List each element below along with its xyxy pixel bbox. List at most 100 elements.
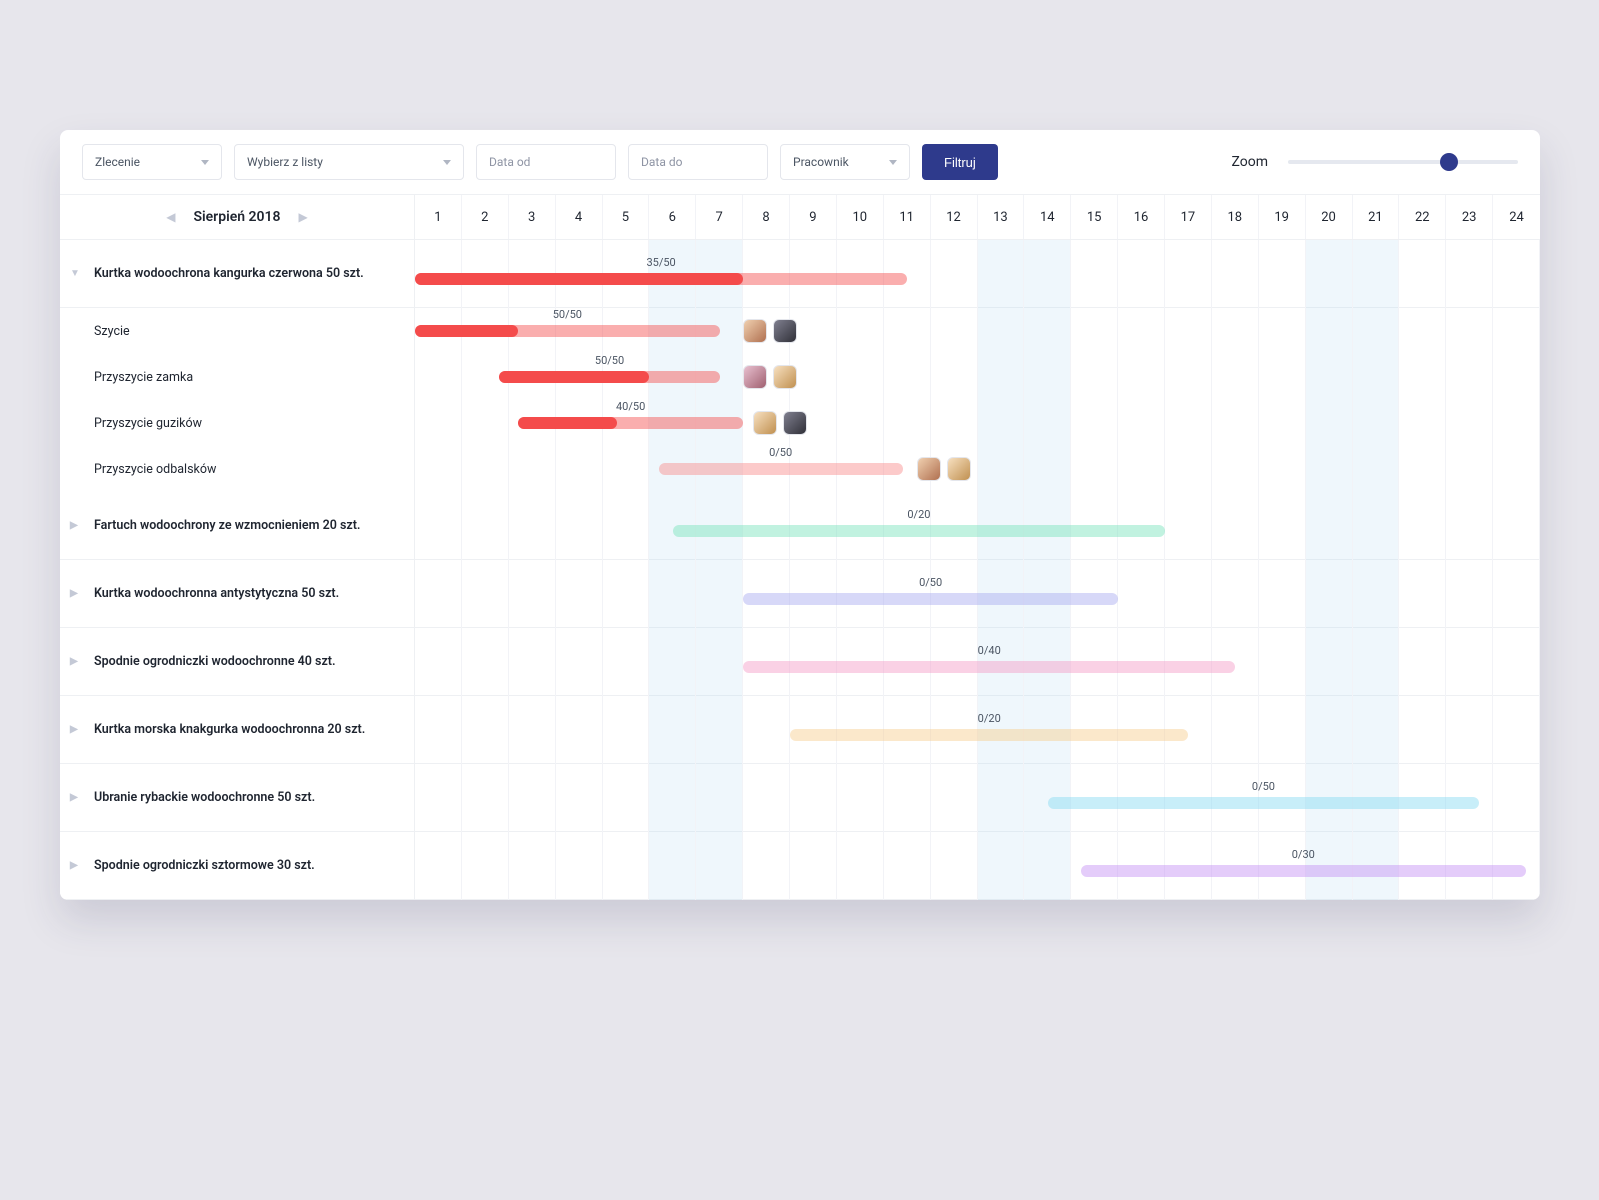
row-label-cell[interactable]: ▶Fartuch wodoochrony ze wzmocnieniem 20 … xyxy=(60,492,415,559)
avatar[interactable] xyxy=(753,411,777,435)
day-header-cell: 1 xyxy=(415,195,462,239)
day-header-cell: 2 xyxy=(462,195,509,239)
day-header-cell: 8 xyxy=(743,195,790,239)
day-header-cell: 22 xyxy=(1399,195,1446,239)
row-label-cell[interactable]: Przyszycie guzików xyxy=(60,400,415,446)
day-header-cell: 12 xyxy=(931,195,978,239)
gantt-bar[interactable]: 0/20 xyxy=(673,525,1165,537)
avatar[interactable] xyxy=(743,365,767,389)
avatar[interactable] xyxy=(773,365,797,389)
gantt-bar[interactable]: 40/50 xyxy=(518,417,743,429)
select-wybierz[interactable]: Wybierz z listy xyxy=(234,144,464,180)
gantt-parent-row: ▶ Kurtka wodoochronna antystytyczna 50 sz… xyxy=(60,560,1540,628)
row-label-cell[interactable]: ▶Kurtka morska knakgurka wodoochronna 20… xyxy=(60,696,415,763)
input-data-od[interactable]: Data od xyxy=(476,144,616,180)
select-label: Zlecenie xyxy=(95,155,140,169)
row-label-cell[interactable]: ▶ Spodnie ogrodniczki wodoochronne 40 szt… xyxy=(60,628,415,695)
gantt-bar[interactable]: 0/50 xyxy=(659,463,903,475)
gantt-bar[interactable]: 35/50 xyxy=(415,273,907,285)
month-selector: ◀ Sierpień 2018 ▶ xyxy=(60,195,415,239)
month-label: Sierpień 2018 xyxy=(193,209,280,225)
gantt-bar[interactable]: 0/30 xyxy=(1081,865,1526,877)
day-header-cell: 5 xyxy=(603,195,650,239)
input-data-do[interactable]: Data do xyxy=(628,144,768,180)
avatar[interactable] xyxy=(947,457,971,481)
gantt-body: ▼ Kurtka wodoochrona kangurka czerwona 50… xyxy=(60,240,1540,900)
gantt-parent-row: ▶ Spodnie ogrodniczki wodoochronne 40 szt… xyxy=(60,628,1540,696)
gantt-bar[interactable]: 50/50 xyxy=(415,325,720,337)
row-label-cell[interactable]: Szycie xyxy=(60,308,415,354)
row-track[interactable]: 0/20 xyxy=(415,492,1540,559)
row-label: Kurtka wodoochrona kangurka czerwona 50 … xyxy=(94,266,364,281)
row-track[interactable]: 0/30 xyxy=(415,832,1540,899)
row-label: Szycie xyxy=(94,324,130,339)
zoom-control: Zoom xyxy=(1232,154,1519,170)
row-track[interactable]: 40/50 xyxy=(415,400,1540,446)
day-header-cell: 14 xyxy=(1024,195,1071,239)
row-track[interactable]: 0/50 xyxy=(415,560,1540,627)
select-label: Wybierz z listy xyxy=(247,155,323,169)
avatar[interactable] xyxy=(743,319,767,343)
gantt-bar[interactable]: 50/50 xyxy=(499,371,719,383)
row-track[interactable]: 0/20 xyxy=(415,696,1540,763)
row-track[interactable]: 0/50 xyxy=(415,764,1540,831)
select-pracownik[interactable]: Pracownik xyxy=(780,144,910,180)
row-label-cell[interactable]: ▶ Spodnie ogrodniczki sztormowe 30 szt. xyxy=(60,832,415,899)
chevron-down-icon xyxy=(201,160,209,165)
gantt-panel: Zlecenie Wybierz z listy Data od Data do… xyxy=(60,130,1540,900)
gantt-bar[interactable]: 0/40 xyxy=(743,661,1235,673)
row-track[interactable]: 50/50 xyxy=(415,354,1540,400)
row-label-cell[interactable]: ▶ Ubranie rybackie wodoochronne 50 szt. xyxy=(60,764,415,831)
select-label: Pracownik xyxy=(793,155,849,169)
row-label-cell[interactable]: ▼ Kurtka wodoochrona kangurka czerwona 50… xyxy=(60,240,415,307)
gantt-bar[interactable]: 0/50 xyxy=(743,593,1118,605)
expander-icon[interactable]: ▶ xyxy=(70,724,84,735)
row-label-cell[interactable]: Przyszycie zamka xyxy=(60,354,415,400)
row-label-cell[interactable]: Przyszycie odbalsków xyxy=(60,446,415,492)
day-header-cell: 13 xyxy=(978,195,1025,239)
day-header-cell: 24 xyxy=(1493,195,1540,239)
zoom-slider-thumb[interactable] xyxy=(1440,153,1458,171)
avatar[interactable] xyxy=(783,411,807,435)
gantt-bar[interactable]: 0/50 xyxy=(1048,797,1479,809)
day-header-cell: 7 xyxy=(696,195,743,239)
row-label: Spodnie ogrodniczki sztormowe 30 szt. xyxy=(94,858,315,873)
expander-icon[interactable]: ▼ xyxy=(70,268,84,279)
select-zlecenie[interactable]: Zlecenie xyxy=(82,144,222,180)
gantt-sub-row: Szycie 50/50 xyxy=(60,308,1540,354)
expander-icon[interactable]: ▶ xyxy=(70,520,84,531)
row-track[interactable]: 50/50 xyxy=(415,308,1540,354)
avatar[interactable] xyxy=(773,319,797,343)
expander-icon[interactable]: ▶ xyxy=(70,588,84,599)
bar-progress-label: 0/20 xyxy=(907,508,930,521)
gantt-parent-row: ▼ Kurtka wodoochrona kangurka czerwona 50… xyxy=(60,240,1540,308)
row-label-cell[interactable]: ▶ Kurtka wodoochronna antystytyczna 50 sz… xyxy=(60,560,415,627)
bar-progress-label: 50/50 xyxy=(595,354,624,367)
row-label: Przyszycie zamka xyxy=(94,370,193,385)
row-label: Ubranie rybackie wodoochronne 50 szt. xyxy=(94,790,315,805)
day-header-cell: 15 xyxy=(1071,195,1118,239)
gantt-chart: ◀ Sierpień 2018 ▶ 1234567891011121314151… xyxy=(60,195,1540,900)
bar-progress-label: 0/20 xyxy=(978,712,1001,725)
prev-month-icon[interactable]: ◀ xyxy=(166,210,175,224)
assignee-avatars xyxy=(917,457,971,481)
row-track[interactable]: 35/50 xyxy=(415,240,1540,307)
bar-progress-label: 0/50 xyxy=(919,576,942,589)
row-track[interactable]: 0/40 xyxy=(415,628,1540,695)
zoom-slider[interactable] xyxy=(1288,160,1518,164)
expander-icon[interactable]: ▶ xyxy=(70,792,84,803)
row-label: Kurtka wodoochronna antystytyczna 50 szt… xyxy=(94,586,339,601)
bar-progress-label: 0/30 xyxy=(1292,848,1315,861)
expander-icon[interactable]: ▶ xyxy=(70,656,84,667)
next-month-icon[interactable]: ▶ xyxy=(299,210,308,224)
filter-button[interactable]: Filtruj xyxy=(922,144,998,180)
assignee-avatars xyxy=(753,411,807,435)
gantt-rows: ▼ Kurtka wodoochrona kangurka czerwona 50… xyxy=(60,240,1540,900)
bar-progress-label: 0/50 xyxy=(1252,780,1275,793)
row-label: Spodnie ogrodniczki wodoochronne 40 szt. xyxy=(94,654,336,669)
gantt-sub-row: Przyszycie guzików 40/50 xyxy=(60,400,1540,446)
avatar[interactable] xyxy=(917,457,941,481)
row-track[interactable]: 0/50 xyxy=(415,446,1540,492)
gantt-bar[interactable]: 0/20 xyxy=(790,729,1188,741)
expander-icon[interactable]: ▶ xyxy=(70,860,84,871)
